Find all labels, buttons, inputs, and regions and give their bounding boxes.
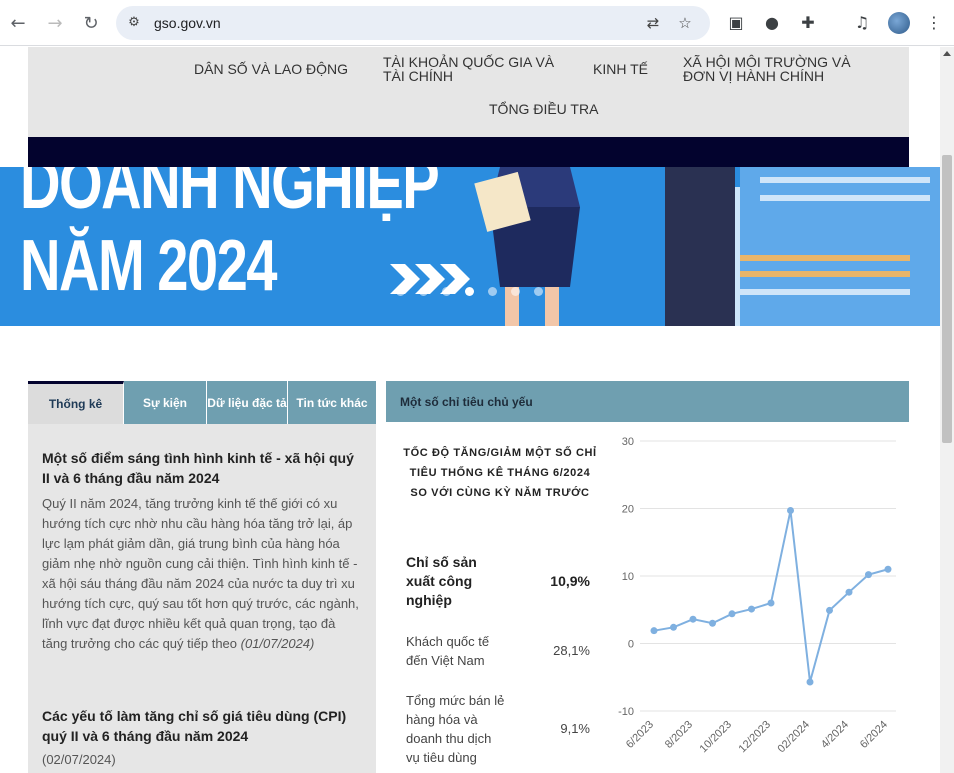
chart-data-point <box>728 610 736 618</box>
chart-data-point <box>767 599 775 607</box>
x-tick-label: 02/2024 <box>776 719 813 756</box>
indicators-header: Một số chỉ tiêu chủ yếu <box>386 381 909 422</box>
more-menu-icon[interactable]: ⋮ <box>922 11 946 35</box>
nav-population-labor[interactable]: DÂN SỐ VÀ LAO ĐỘNG <box>194 62 348 76</box>
slide-dot[interactable] <box>396 287 405 296</box>
news-title[interactable]: Các yếu tố làm tăng chỉ số giá tiêu dùng… <box>42 706 362 746</box>
slide-dot[interactable] <box>442 287 451 296</box>
chart-data-point <box>748 605 755 613</box>
chart-data-point <box>650 627 658 635</box>
x-tick-label: 8/2023 <box>663 719 695 751</box>
translate-icon[interactable]: ⇄ <box>644 14 662 32</box>
page-scrollbar[interactable] <box>940 47 954 773</box>
extension-chat-icon[interactable]: ▣ <box>724 11 748 35</box>
back-icon[interactable]: ← <box>5 10 31 36</box>
slide-dot[interactable] <box>534 287 543 296</box>
profile-avatar[interactable] <box>888 12 910 34</box>
nav-bottom-bar <box>28 137 909 167</box>
banner-illustration <box>474 167 940 326</box>
banner-headline-2: NĂM 2024 <box>20 226 278 306</box>
news-summary: Quý II năm 2024, tăng trưởng kinh tế thế… <box>42 494 362 654</box>
x-tick-label: 6/2023 <box>624 719 656 751</box>
url-text[interactable]: gso.gov.vn <box>154 15 221 31</box>
news-panel: Thống kê Sự kiện Dữ liệu đặc tả Tin tức … <box>28 381 376 773</box>
site-settings-icon[interactable]: ⚙ <box>125 14 143 32</box>
y-tick-label: 0 <box>628 639 634 651</box>
reload-icon[interactable]: ↻ <box>78 10 104 36</box>
indicator-name: Chỉ số sản xuất công nghiệp <box>406 554 477 608</box>
slide-indicators <box>396 287 543 296</box>
media-control-icon[interactable]: ♫ <box>850 11 874 35</box>
scroll-up-arrow-icon[interactable] <box>943 51 951 56</box>
y-tick-label: 30 <box>622 436 634 448</box>
chart-data-point <box>806 678 814 686</box>
indicator-line-chart: 30 20 10 0 -106/2023 8/2023 10/2023 12/2023 02/2… <box>618 436 896 756</box>
hero-banner[interactable]: DOANH NGHIỆP NĂM 2024 <box>0 167 940 326</box>
news-item: Một số điểm sáng tình hình kinh tế - xã … <box>42 448 362 654</box>
tab-events[interactable]: Sự kiện <box>124 381 207 424</box>
indicator-row[interactable]: Tổng mức bán lẻ hàng hóa và doanh thu dị… <box>406 691 590 767</box>
x-tick-label: 10/2023 <box>698 719 735 756</box>
chart-data-point <box>787 507 794 515</box>
extensions-puzzle-icon[interactable]: ✚ <box>796 11 820 35</box>
chart-data-point <box>709 619 716 627</box>
scrollbar-thumb[interactable] <box>942 155 952 443</box>
indicator-name: Khách quốc tế đến Việt Nam <box>406 634 490 668</box>
x-tick-label: 6/2024 <box>858 719 890 751</box>
chart-series-line <box>653 510 889 683</box>
chart-data-point <box>865 571 872 579</box>
tab-statistics[interactable]: Thống kê <box>28 381 124 424</box>
x-tick-label: 4/2024 <box>819 719 851 751</box>
nav-census[interactable]: TỔNG ĐIỀU TRA <box>489 102 598 116</box>
forward-icon[interactable]: → <box>42 10 68 36</box>
slide-dot-active[interactable] <box>465 287 474 296</box>
bookmark-star-icon[interactable]: ☆ <box>676 14 694 32</box>
chart-data-point <box>826 606 833 614</box>
nav-national-accounts[interactable]: TÀI KHOẢN QUỐC GIA VÀ <box>383 55 554 69</box>
indicators-panel: Một số chỉ tiêu chủ yếu TỐC ĐỘ TĂNG/GIẢM… <box>386 381 909 773</box>
slide-dot[interactable] <box>511 287 520 296</box>
news-tabs: Thống kê Sự kiện Dữ liệu đặc tả Tin tức … <box>28 381 376 424</box>
indicator-value: 10,9% <box>550 573 590 589</box>
nav-administrative-units[interactable]: ĐƠN VỊ HÀNH CHÍNH <box>683 69 824 83</box>
news-date: (01/07/2024) <box>240 636 315 651</box>
news-date: (02/07/2024) <box>42 752 116 767</box>
indicator-row[interactable]: Khách quốc tế đến Việt Nam 28,1% <box>406 632 590 670</box>
tab-other-news[interactable]: Tin tức khác <box>288 381 376 424</box>
browser-toolbar: ← → ↻ ⚙ gso.gov.vn ⇄ ☆ ▣ ● ✚ ♫ ⋮ <box>0 0 954 46</box>
news-item: Các yếu tố làm tăng chỉ số giá tiêu dùng… <box>42 706 362 770</box>
x-tick-label: 12/2023 <box>737 719 774 756</box>
indicator-value: 28,1% <box>553 643 590 658</box>
y-tick-label: -10 <box>618 706 634 718</box>
indicator-value: 9,1% <box>560 721 590 736</box>
y-tick-label: 20 <box>622 504 634 516</box>
banner-headline-1: DOANH NGHIỆP <box>20 167 440 224</box>
nav-society-environment[interactable]: XÃ HỘI MÔI TRƯỜNG VÀ <box>683 55 851 69</box>
page-viewport: DÂN SỐ VÀ LAO ĐỘNG TÀI KHOẢN QUỐC GIA VÀ… <box>0 47 940 773</box>
chart-data-point <box>689 615 697 623</box>
indicator-row[interactable]: Chỉ số sản xuất công nghiệp 10,9% <box>406 553 590 610</box>
indicator-name: Tổng mức bán lẻ hàng hóa và doanh thu dị… <box>406 693 505 765</box>
news-summary-text: Quý II năm 2024, tăng trưởng kinh tế thế… <box>42 496 359 651</box>
chart-data-point <box>884 565 892 573</box>
slide-dot[interactable] <box>488 287 497 296</box>
slide-dot[interactable] <box>419 287 428 296</box>
nav-finance[interactable]: TÀI CHÍNH <box>383 69 453 83</box>
address-bar[interactable]: ⚙ gso.gov.vn ⇄ ☆ <box>116 6 710 40</box>
nav-economy[interactable]: KINH TẾ <box>593 62 648 76</box>
extension-aperture-icon[interactable]: ● <box>760 11 784 35</box>
main-navigation: DÂN SỐ VÀ LAO ĐỘNG TÀI KHOẢN QUỐC GIA VÀ… <box>28 47 909 137</box>
chart-data-point <box>845 588 853 596</box>
indicators-title: TỐC ĐỘ TĂNG/GIẢM MỘT SỐ CHỈ TIÊU THỐNG K… <box>403 447 597 499</box>
chart-data-point <box>670 623 677 631</box>
tab-metadata[interactable]: Dữ liệu đặc tả <box>207 381 288 424</box>
news-title[interactable]: Một số điểm sáng tình hình kinh tế - xã … <box>42 448 362 488</box>
y-tick-label: 10 <box>622 571 634 583</box>
